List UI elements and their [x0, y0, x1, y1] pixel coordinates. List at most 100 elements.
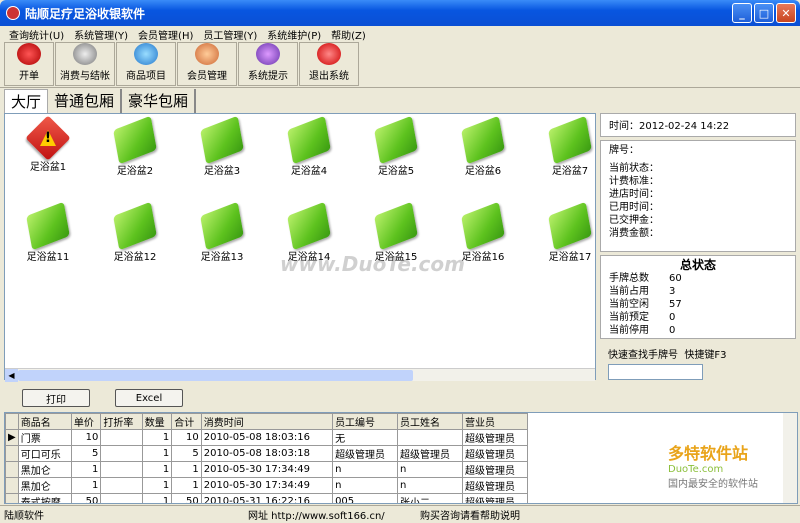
menu-bar: 查询统计(U) 系统管理(Y) 会员管理(H) 员工管理(Y) 系统维护(P) …	[0, 26, 800, 42]
status-row: 当前停用 0	[609, 324, 787, 337]
cell: 黑加仑	[17, 477, 72, 494]
quick-search: 快速查找手牌号 快捷键F3	[600, 342, 796, 384]
excel-button[interactable]: Excel	[115, 389, 183, 407]
pen-icon	[17, 43, 41, 65]
side-panel: 时间：2012-02-24 14:22 牌号： 当前状态： 计费标准： 进店时间…	[600, 113, 796, 384]
col-product[interactable]: 商品名	[17, 413, 72, 430]
tab-deluxe-room[interactable]: 豪华包厢	[122, 89, 197, 113]
tile-label: 足浴盆6	[464, 166, 502, 177]
tile-label: 足浴盆2	[116, 166, 154, 177]
folder-icon	[374, 115, 418, 165]
status-key: 当前预定	[609, 312, 649, 323]
tile-label: 足浴盆3	[203, 166, 241, 177]
row-marker	[5, 413, 19, 430]
status-value: 0	[669, 325, 676, 336]
cell: 黑加仑	[17, 461, 72, 478]
menu-help[interactable]: 帮助(Z)	[326, 27, 371, 42]
status-row: 当前空闲 57	[609, 298, 787, 311]
print-button[interactable]: 打印	[22, 389, 90, 407]
tile-12[interactable]: 足浴盆12	[100, 201, 170, 263]
table-row[interactable]: 黑加仑 1 1 1 2010-05-30 17:34:49 n n 超级管理员	[5, 477, 529, 494]
tile-1[interactable]: ! 足浴盆1	[13, 115, 83, 173]
col-staff-id[interactable]: 员工编号	[332, 413, 399, 430]
field-elapsed: 已用时间：	[609, 202, 659, 213]
occupied-icon: !	[25, 115, 71, 161]
status-value: 3	[669, 286, 676, 297]
field-amount: 消费金额：	[609, 228, 659, 239]
open-order-button[interactable]: 开单	[4, 42, 54, 86]
cell: 张小二	[397, 493, 463, 503]
col-discount[interactable]: 打折率	[100, 413, 143, 430]
status-key: 当前空闲	[609, 299, 649, 310]
horizontal-scrollbar[interactable]: ◀	[5, 368, 595, 382]
folder-icon	[461, 201, 505, 251]
minimize-button[interactable]: _	[732, 3, 752, 23]
field-deposit: 已交押金：	[609, 215, 659, 226]
system-tips-label: 系统提示	[248, 71, 288, 82]
col-staff-name[interactable]: 员工姓名	[397, 413, 463, 430]
field-number: 牌号：	[609, 145, 639, 156]
app-icon	[6, 6, 20, 20]
row-marker	[5, 461, 19, 478]
col-clerk[interactable]: 营业员	[461, 413, 529, 430]
stop-icon	[317, 43, 341, 65]
scroll-thumb[interactable]	[18, 370, 413, 381]
menu-query[interactable]: 查询统计(U)	[4, 27, 69, 42]
menu-maintenance[interactable]: 系统维护(P)	[262, 27, 326, 42]
checkout-button[interactable]: 消费与结帐	[55, 42, 115, 86]
folder-icon	[287, 115, 331, 165]
status-site: 网址 http://www.soft166.cn/	[248, 511, 385, 522]
member-management-button[interactable]: 会员管理	[177, 42, 237, 86]
tile-11[interactable]: 足浴盆11	[13, 201, 83, 263]
tile-3[interactable]: 足浴盆3	[187, 115, 257, 177]
col-total[interactable]: 合计	[171, 413, 202, 430]
cell: 超级管理员	[461, 477, 529, 494]
tile-5[interactable]: 足浴盆5	[361, 115, 431, 177]
tab-hall[interactable]: 大厅	[4, 89, 49, 113]
quick-search-input[interactable]	[608, 364, 703, 380]
menu-members[interactable]: 会员管理(H)	[133, 27, 198, 42]
exit-button[interactable]: 退出系统	[299, 42, 359, 86]
tile-6[interactable]: 足浴盆6	[448, 115, 518, 177]
status-row: 手牌总数 60	[609, 272, 787, 285]
cell: 超级管理员	[461, 445, 529, 462]
tile-13[interactable]: 足浴盆13	[187, 201, 257, 263]
tile-4[interactable]: 足浴盆4	[274, 115, 344, 177]
table-row[interactable]: 泰式按摩 50 1 50 2010-05-31 16:22:16 005 张小二 超级管理员	[5, 493, 529, 503]
tile-17[interactable]: 足浴盆17	[535, 201, 595, 263]
table-row[interactable]: ▶ 门票 10 1 10 2010-05-08 18:03:16 无超级管理员	[5, 429, 529, 446]
hotkey-label: 快捷键F3	[684, 350, 727, 361]
table-row[interactable]: 黑加仑 1 1 1 2010-05-30 17:34:49 n n 超级管理员	[5, 461, 529, 478]
cell: 5	[171, 445, 202, 462]
menu-staff[interactable]: 员工管理(Y)	[198, 27, 262, 42]
cell: 无	[332, 429, 399, 446]
status-value: 60	[669, 273, 682, 284]
time-panel: 时间：2012-02-24 14:22	[600, 113, 796, 137]
col-time[interactable]: 消费时间	[200, 413, 334, 430]
cell	[397, 429, 463, 446]
watermark: www.DuoTe.com	[280, 252, 465, 276]
scroll-left-icon[interactable]: ◀	[5, 369, 18, 382]
folder-icon	[461, 115, 505, 165]
tab-standard-room[interactable]: 普通包厢	[48, 89, 123, 113]
table-row[interactable]: 可口可乐 5 1 5 2010-05-08 18:03:18 超级管理员 超级管理员 超级管理…	[5, 445, 529, 462]
cell: 2010-05-31 16:22:16	[200, 493, 334, 503]
system-tips-button[interactable]: 系统提示	[238, 42, 298, 86]
tile-7[interactable]: 足浴盆7	[535, 115, 595, 177]
cell	[100, 429, 143, 446]
cell: 10	[171, 429, 202, 446]
menu-system[interactable]: 系统管理(Y)	[69, 27, 133, 42]
col-price[interactable]: 单价	[70, 413, 102, 430]
cell: 005	[332, 493, 399, 503]
close-button[interactable]: ✕	[776, 3, 796, 23]
cell: 门票	[17, 429, 72, 446]
cell: 超级管理员	[461, 493, 529, 503]
tile-2[interactable]: 足浴盆2	[100, 115, 170, 177]
maximize-button[interactable]: □	[754, 3, 774, 23]
tile-label: 足浴盆13	[200, 252, 244, 263]
cell: 1	[171, 461, 202, 478]
field-rate: 计费标准：	[609, 176, 659, 187]
apple-icon	[134, 43, 158, 65]
products-button[interactable]: 商品项目	[116, 42, 176, 86]
col-qty[interactable]: 数量	[141, 413, 173, 430]
